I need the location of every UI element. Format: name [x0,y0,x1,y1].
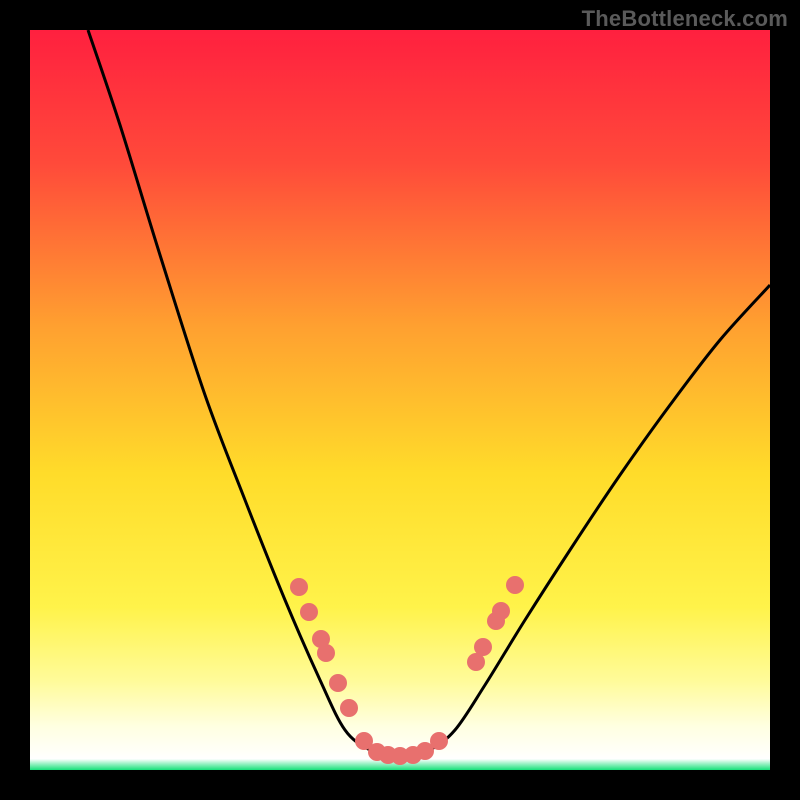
chart-frame: TheBottleneck.com [0,0,800,800]
curve-marker [492,602,510,620]
watermark-text: TheBottleneck.com [582,6,788,32]
curve-marker [474,638,492,656]
gradient-background [30,30,770,770]
bottleneck-chart [30,30,770,770]
curve-marker [300,603,318,621]
plot-area [30,30,770,770]
curve-marker [317,644,335,662]
curve-marker [329,674,347,692]
curve-marker [506,576,524,594]
curve-marker [430,732,448,750]
curve-marker [340,699,358,717]
curve-marker [290,578,308,596]
